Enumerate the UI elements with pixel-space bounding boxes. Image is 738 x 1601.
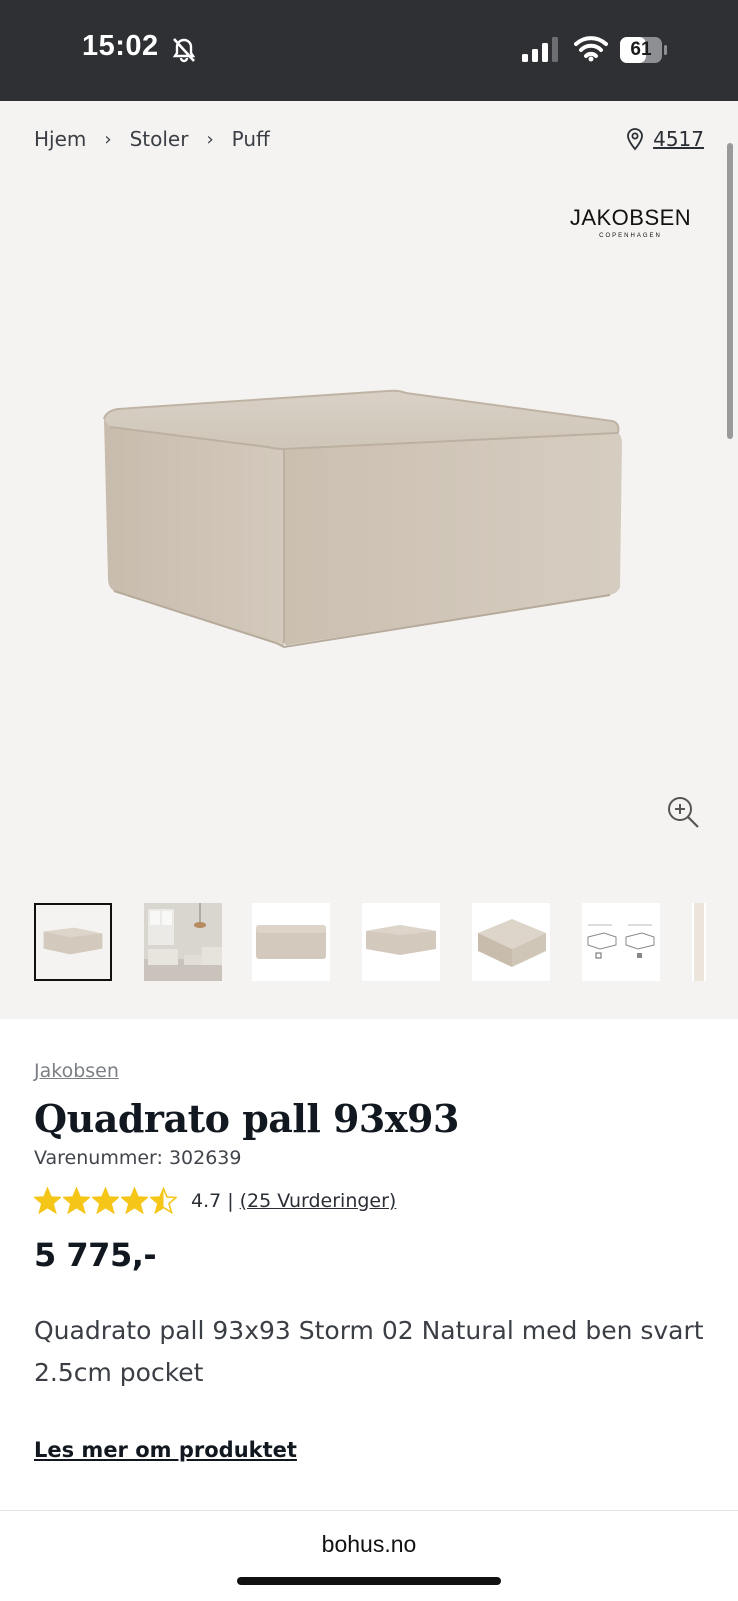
breadcrumb-item-puff[interactable]: Puff bbox=[232, 127, 270, 151]
product-description: Quadrato pall 93x93 Storm 02 Natural med… bbox=[34, 1316, 704, 1387]
thumbnail-3[interactable] bbox=[252, 903, 330, 981]
thumbnail-5[interactable] bbox=[472, 903, 550, 981]
battery-level: 61 bbox=[630, 39, 652, 60]
star-filled-icon bbox=[34, 1187, 61, 1214]
star-filled-icon bbox=[63, 1187, 90, 1214]
thumbnail-6[interactable] bbox=[582, 903, 660, 981]
product-gallery-area: Hjem › Stoler › Puff 4517 JAKOBSEN COPEN… bbox=[0, 101, 738, 1019]
browser-url-bar[interactable]: bohus.no bbox=[0, 1510, 738, 1601]
chevron-right-icon: › bbox=[206, 128, 214, 150]
star-half-icon bbox=[150, 1187, 177, 1214]
url-text[interactable]: bohus.no bbox=[0, 1531, 738, 1558]
star-filled-icon bbox=[92, 1187, 119, 1214]
store-selector[interactable]: 4517 bbox=[625, 127, 704, 151]
product-sku: Varenummer: 302639 bbox=[34, 1147, 242, 1169]
signal-icon bbox=[522, 37, 558, 62]
read-more-link[interactable]: Les mer om produktet bbox=[34, 1438, 297, 1462]
star-filled-icon bbox=[121, 1187, 148, 1214]
brand-logo-main: JAKOBSEN bbox=[569, 205, 692, 230]
thumbnail-1[interactable] bbox=[34, 903, 112, 981]
rating-stars bbox=[34, 1187, 177, 1214]
product-rating[interactable]: 4.7 | (25 Vurderinger) bbox=[34, 1187, 714, 1214]
home-indicator[interactable] bbox=[237, 1577, 501, 1585]
product-image[interactable] bbox=[98, 387, 638, 659]
thumbnail-4[interactable] bbox=[362, 903, 440, 981]
location-pin-icon bbox=[627, 128, 643, 151]
battery-icon: 61 bbox=[620, 37, 668, 63]
rating-separator: | bbox=[227, 1189, 234, 1212]
breadcrumb: Hjem › Stoler › Puff bbox=[34, 127, 270, 151]
product-price: 5 775,- bbox=[34, 1236, 157, 1274]
status-time: 15:02 bbox=[82, 30, 159, 62]
wifi-icon bbox=[574, 36, 608, 62]
product-details: Jakobsen Quadrato pall 93x93 Varenummer:… bbox=[34, 1060, 714, 1462]
rating-value: 4.7 bbox=[191, 1189, 222, 1212]
thumbnail-2[interactable] bbox=[144, 903, 222, 981]
thumbnail-7[interactable] bbox=[692, 903, 706, 981]
chevron-right-icon: › bbox=[104, 128, 112, 150]
status-bar: 15:02 61 bbox=[0, 0, 738, 101]
scrollbar[interactable] bbox=[727, 143, 733, 439]
store-number[interactable]: 4517 bbox=[653, 127, 704, 151]
breadcrumb-item-hjem[interactable]: Hjem bbox=[34, 127, 86, 151]
brand-link[interactable]: Jakobsen bbox=[34, 1060, 119, 1082]
bell-muted-icon bbox=[172, 38, 196, 63]
breadcrumb-item-stoler[interactable]: Stoler bbox=[130, 127, 189, 151]
brand-logo: JAKOBSEN COPENHAGEN bbox=[568, 205, 693, 239]
brand-logo-sub: COPENHAGEN bbox=[599, 233, 662, 239]
thumbnail-strip bbox=[34, 903, 738, 983]
rating-count-link[interactable]: (25 Vurderinger) bbox=[240, 1190, 397, 1212]
product-title: Quadrato pall 93x93 bbox=[34, 1096, 459, 1141]
zoom-in-icon[interactable] bbox=[666, 795, 700, 829]
